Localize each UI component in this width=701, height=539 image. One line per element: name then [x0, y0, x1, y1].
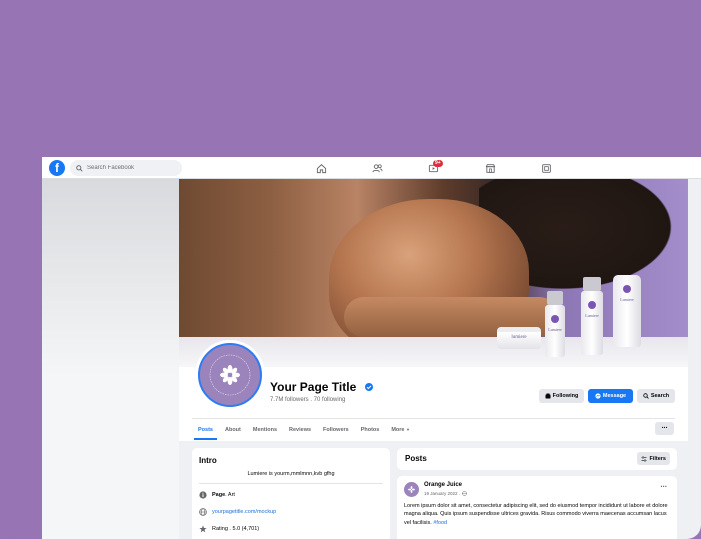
- info-icon: [199, 491, 207, 499]
- post-card: Orange Juice 19 January 2022 . ... Lorem…: [397, 476, 677, 539]
- bottle-cap: [547, 291, 563, 305]
- intro-page-category: Page . Art: [199, 490, 235, 500]
- post-hashtag[interactable]: #food: [433, 520, 447, 526]
- page-label: Page: [212, 492, 226, 498]
- lotus-logo-icon: [623, 285, 631, 293]
- messenger-icon: [595, 393, 601, 399]
- following-label: Following: [552, 393, 579, 399]
- intro-rating: Rating . 5.0 (4,701): [199, 524, 259, 534]
- product-tube: Lumiere: [613, 275, 641, 347]
- product-brand: Lumiere: [548, 327, 562, 332]
- chevron-down-icon: ▼: [406, 427, 410, 432]
- search-label: Search: [650, 393, 670, 399]
- friends-icon[interactable]: [370, 161, 384, 175]
- profile-avatar[interactable]: [195, 340, 265, 410]
- lotus-logo-icon: [551, 315, 559, 323]
- bottle-cap: [583, 277, 601, 291]
- cover-photo[interactable]: lumiere Lumiere Lumiere Lumiere: [179, 179, 688, 367]
- tab-reviews[interactable]: Reviews: [283, 420, 317, 440]
- intro-divider: [199, 483, 383, 484]
- tab-more-label: More: [391, 427, 405, 433]
- filters-button[interactable]: Filters: [637, 452, 670, 465]
- post-meta: 19 January 2022 .: [424, 491, 467, 496]
- intro-title: Intro: [199, 456, 217, 465]
- search-box[interactable]: [70, 160, 182, 176]
- browser-window: f 9+: [42, 157, 701, 539]
- intro-website: yourpagetitle.com/mockup: [199, 507, 276, 517]
- product-brand: lumiere: [511, 335, 527, 340]
- top-nav-bar: f 9+: [42, 157, 701, 179]
- lotus-logo-icon: [588, 301, 596, 309]
- message-label: Message: [602, 393, 627, 399]
- intro-bio: Lumiere is yourm,mmlmnn,kvb gfhg: [247, 471, 335, 477]
- gaming-icon[interactable]: [539, 161, 553, 175]
- page-category: . Art: [225, 492, 235, 498]
- tab-posts[interactable]: Posts: [192, 420, 219, 440]
- intro-card: Intro Lumiere is yourm,mmlmnn,kvb gfhg P…: [192, 448, 390, 539]
- product-bottle: Lumiere: [545, 291, 565, 357]
- avatar: [198, 343, 262, 407]
- lotus-logo-icon: [408, 486, 415, 493]
- left-sidebar-area: [42, 179, 179, 539]
- facebook-logo-icon[interactable]: f: [49, 160, 65, 176]
- search-icon: [76, 164, 83, 172]
- product-bottle: Lumiere: [581, 277, 603, 355]
- lotus-logo-icon: [209, 354, 251, 396]
- star-icon: [199, 525, 207, 533]
- marketplace-icon[interactable]: [483, 161, 497, 175]
- tabs-divider: [192, 418, 675, 419]
- tab-mentions[interactable]: Mentions: [247, 420, 283, 440]
- home-icon[interactable]: [314, 161, 328, 175]
- following-button[interactable]: Following: [539, 389, 584, 403]
- following-icon: [545, 393, 551, 399]
- filters-icon: [641, 455, 647, 462]
- filters-label: Filters: [649, 455, 666, 462]
- follower-stats[interactable]: 7.7M followers . 70 following: [270, 397, 345, 403]
- tab-followers[interactable]: Followers: [317, 420, 355, 440]
- website-link[interactable]: yourpagetitle.com/mockup: [212, 509, 276, 515]
- posts-header: Posts Filters: [397, 448, 677, 470]
- verified-badge-icon: [365, 383, 373, 391]
- tab-about[interactable]: About: [219, 420, 247, 440]
- globe-icon: [199, 508, 207, 516]
- post-author-avatar[interactable]: [404, 482, 419, 497]
- watch-notification-badge: 9+: [433, 160, 443, 167]
- more-options-button[interactable]: ...: [655, 422, 674, 435]
- tab-more[interactable]: More ▼: [385, 420, 416, 440]
- post-menu-button[interactable]: ...: [660, 480, 667, 489]
- product-brand: Lumiere: [585, 313, 599, 318]
- post-text: Lorem ipsum dolor sit amet, consectetur …: [404, 502, 670, 527]
- post-author-name[interactable]: Orange Juice: [424, 482, 462, 488]
- public-globe-icon: [462, 491, 467, 496]
- posts-title: Posts: [405, 454, 427, 463]
- product-jar: lumiere: [497, 327, 541, 349]
- message-button[interactable]: Message: [588, 389, 633, 403]
- profile-tabs: Posts About Mentions Reviews Followers P…: [192, 420, 416, 440]
- rating-text: Rating . 5.0 (4,701): [212, 526, 260, 532]
- app-frame: f 9+: [0, 0, 701, 539]
- search-icon: [643, 393, 649, 399]
- page-title: Your Page Title: [270, 380, 357, 394]
- search-page-button[interactable]: Search: [637, 389, 675, 403]
- product-brand: Lumiere: [620, 297, 634, 302]
- post-date[interactable]: 19 January 2022 .: [424, 491, 460, 496]
- tab-photos[interactable]: Photos: [355, 420, 386, 440]
- search-input[interactable]: [87, 165, 177, 171]
